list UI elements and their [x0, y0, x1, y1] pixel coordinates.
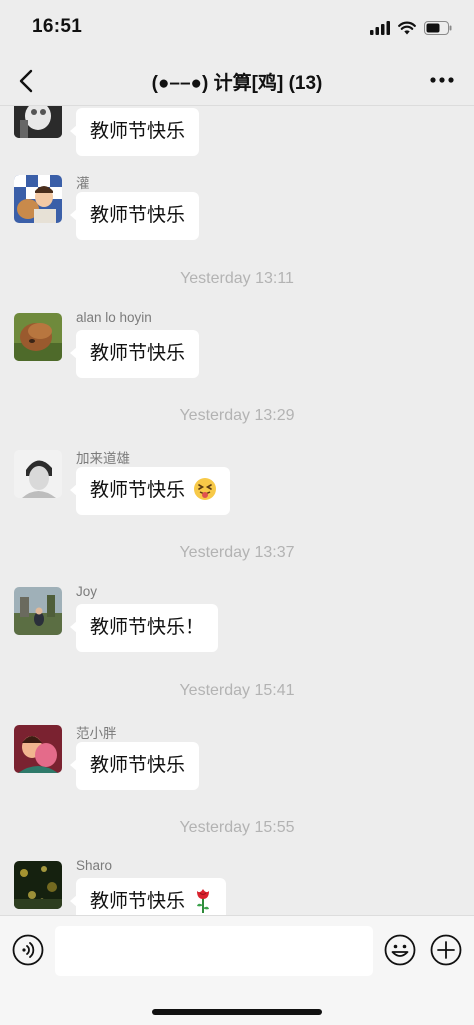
timestamp: Yesterday 13:37	[179, 544, 295, 561]
message-text: 教师节快乐	[90, 891, 186, 912]
avatar[interactable]	[14, 861, 62, 909]
message-bubble[interactable]: 教师节快乐	[69, 192, 200, 240]
status-time: 16:51	[32, 16, 83, 37]
sender-name: Joy	[76, 584, 98, 599]
status-icons	[370, 18, 452, 38]
message-text: 教师节快乐	[90, 343, 186, 364]
squinting-tongue-face-icon	[194, 478, 217, 500]
chat-title: (●––●) 计算[鸡] (13)	[151, 73, 323, 94]
timestamp: Yesterday 15:41	[179, 682, 295, 699]
message-bubble[interactable]: 教师节快乐	[69, 330, 200, 378]
home-indicator	[152, 1009, 322, 1015]
message-text: 教师节快乐	[90, 480, 186, 501]
message-list[interactable]: 教师节快乐 灌 教师节快乐 Yesterday 13:11 alan lo ho…	[0, 106, 474, 915]
avatar[interactable]	[14, 725, 62, 773]
sender-name: alan lo hoyin	[76, 310, 152, 325]
wifi-icon	[398, 21, 416, 35]
message-text: 教师节快乐！	[90, 617, 205, 638]
sender-name: 范小胖	[76, 726, 117, 741]
more-options-icon[interactable]	[428, 70, 456, 90]
cellular-signal-icon	[370, 21, 390, 35]
message-text: 教师节快乐	[90, 755, 186, 776]
timestamp: Yesterday 13:11	[180, 270, 294, 287]
avatar[interactable]	[14, 175, 62, 223]
message-bubble[interactable]: 教师节快乐！	[69, 604, 219, 652]
timestamp: Yesterday 15:55	[179, 819, 295, 836]
sender-name: Sharo	[76, 858, 113, 873]
message-input[interactable]	[55, 926, 373, 976]
message-text: 教师节快乐	[90, 121, 186, 142]
sender-name: 加来道雄	[76, 451, 130, 466]
message-text: 教师节快乐	[90, 205, 186, 226]
avatar[interactable]	[14, 450, 62, 498]
sender-name: 灌	[76, 176, 90, 191]
avatar[interactable]	[14, 313, 62, 361]
message-bubble[interactable]: 教师节快乐	[69, 878, 227, 915]
timestamp: Yesterday 13:29	[179, 407, 295, 424]
message-bubble[interactable]: 教师节快乐	[69, 467, 231, 515]
emoji-icon[interactable]	[384, 934, 416, 966]
message-bubble[interactable]: 教师节快乐	[69, 108, 200, 156]
battery-icon	[424, 21, 452, 35]
avatar[interactable]	[14, 587, 62, 635]
message-bubble[interactable]: 教师节快乐	[69, 742, 200, 790]
chat-header: (●––●) 计算[鸡] (13)	[0, 56, 474, 106]
avatar[interactable]	[14, 106, 62, 138]
rose-icon	[197, 889, 210, 913]
voice-input-icon[interactable]	[12, 934, 44, 966]
add-icon[interactable]	[430, 934, 462, 966]
status-bar: 16:51	[0, 0, 474, 56]
